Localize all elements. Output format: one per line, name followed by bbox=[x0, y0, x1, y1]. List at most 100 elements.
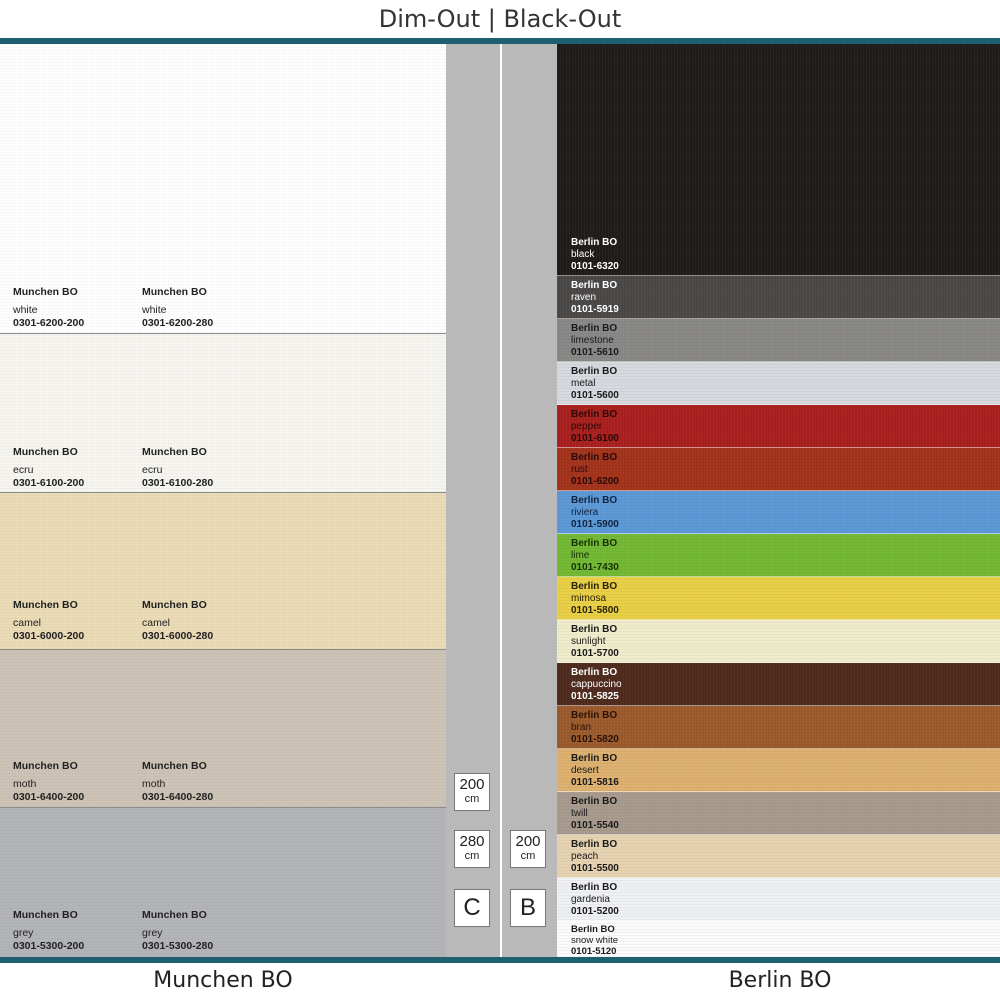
fabric-color-name: limestone bbox=[571, 335, 614, 346]
fabric-code: 0101-5120 bbox=[571, 946, 617, 957]
swatch-label: Berlin BO mimosa 0101-5800 bbox=[571, 581, 619, 617]
band-divider bbox=[500, 44, 502, 957]
fabric-color-name: raven bbox=[571, 292, 597, 303]
berlin-bo-swatch-column: Berlin BO black 0101-6320 Berlin BO rave… bbox=[557, 44, 1000, 957]
width-unit: cm bbox=[520, 850, 536, 862]
munchen-swatch: Munchen BO white 0301-6200-200 Munchen B… bbox=[0, 44, 446, 334]
fabric-color-name: cappuccino bbox=[571, 679, 622, 690]
fabric-color-name: mimosa bbox=[571, 593, 607, 604]
collection-letter: B bbox=[519, 894, 536, 921]
width-box-c-280: 280 cm bbox=[454, 830, 490, 868]
swatch-label: Berlin BO peach 0101-5500 bbox=[571, 839, 619, 875]
berlin-swatch: Berlin BO gardenia 0101-5200 bbox=[557, 878, 1000, 921]
berlin-swatch: Berlin BO cappuccino 0101-5825 bbox=[557, 663, 1000, 706]
swatch-label: Berlin BO rust 0101-6200 bbox=[571, 452, 619, 488]
fabric-name: Berlin BO bbox=[571, 924, 615, 935]
swatch-label-left: Munchen BO grey 0301-5300-200 bbox=[13, 909, 84, 953]
fabric-name: Munchen BO bbox=[13, 760, 78, 772]
berlin-swatch: Berlin BO sunlight 0101-5700 bbox=[557, 620, 1000, 663]
separator-band-c bbox=[446, 44, 502, 957]
fabric-code: 0101-5610 bbox=[571, 347, 619, 358]
fabric-color-name: moth bbox=[142, 778, 166, 790]
swatch-label: Berlin BO gardenia 0101-5200 bbox=[571, 882, 619, 918]
collection-letter: C bbox=[463, 894, 481, 921]
fabric-code: 0301-6200-280 bbox=[142, 317, 214, 329]
fabric-name: Munchen BO bbox=[13, 446, 78, 458]
berlin-bo-caption: Berlin BO bbox=[728, 968, 832, 993]
fabric-color-name: moth bbox=[13, 778, 37, 790]
width-value: 200 bbox=[459, 776, 485, 793]
fabric-code: 0301-6000-200 bbox=[13, 630, 85, 642]
fabric-color-name: sunlight bbox=[571, 636, 606, 647]
fabric-code: 0301-6400-280 bbox=[142, 791, 214, 803]
fabric-name: Berlin BO bbox=[571, 452, 618, 463]
fabric-color-name: black bbox=[571, 249, 595, 260]
fabric-code: 0101-6100 bbox=[571, 433, 619, 444]
berlin-swatch: Berlin BO raven 0101-5919 bbox=[557, 276, 1000, 319]
berlin-swatch: Berlin BO lime 0101-7430 bbox=[557, 534, 1000, 577]
fabric-name: Munchen BO bbox=[142, 599, 207, 611]
swatch-label-right: Munchen BO camel 0301-6000-280 bbox=[142, 599, 213, 643]
berlin-swatch: Berlin BO snow white 0101-5120 bbox=[557, 921, 1000, 957]
swatch-label: Berlin BO limestone 0101-5610 bbox=[571, 323, 619, 359]
width-box-b-200: 200 cm bbox=[510, 830, 546, 868]
fabric-color-name: peach bbox=[571, 851, 599, 862]
fabric-name: Berlin BO bbox=[571, 839, 618, 850]
swatch-label: Berlin BO sunlight 0101-5700 bbox=[571, 624, 619, 660]
fabric-name: Berlin BO bbox=[571, 495, 618, 506]
fabric-code: 0301-6200-200 bbox=[13, 317, 85, 329]
fabric-code: 0301-6400-200 bbox=[13, 791, 85, 803]
berlin-swatch: Berlin BO mimosa 0101-5800 bbox=[557, 577, 1000, 620]
fabric-color-name: grey bbox=[13, 927, 34, 939]
fabric-name: Berlin BO bbox=[571, 409, 618, 420]
fabric-color-name: camel bbox=[142, 617, 171, 629]
fabric-color-name: bran bbox=[571, 722, 592, 733]
width-value: 280 bbox=[459, 833, 485, 850]
fabric-code: 0101-5600 bbox=[571, 390, 619, 401]
fabric-name: Munchen BO bbox=[142, 286, 207, 298]
fabric-color-name: grey bbox=[142, 927, 163, 939]
berlin-swatch: Berlin BO riviera 0101-5900 bbox=[557, 491, 1000, 534]
fabric-name: Munchen BO bbox=[142, 909, 207, 921]
fabric-name: Berlin BO bbox=[571, 323, 618, 334]
swatch-label-left: Munchen BO camel 0301-6000-200 bbox=[13, 599, 84, 643]
width-value: 200 bbox=[515, 833, 541, 850]
berlin-swatch: Berlin BO bran 0101-5820 bbox=[557, 706, 1000, 749]
fabric-color-name: ecru bbox=[142, 464, 163, 476]
swatch-label: Berlin BO snow white 0101-5120 bbox=[571, 924, 618, 957]
bottom-divider bbox=[0, 957, 1000, 963]
berlin-swatch: Berlin BO metal 0101-5600 bbox=[557, 362, 1000, 405]
swatch-label: Berlin BO raven 0101-5919 bbox=[571, 280, 619, 316]
swatch-label-right: Munchen BO white 0301-6200-280 bbox=[142, 286, 213, 330]
munchen-swatch: Munchen BO moth 0301-6400-200 Munchen BO… bbox=[0, 650, 446, 808]
fabric-code: 0101-5820 bbox=[571, 734, 619, 745]
swatch-label: Berlin BO cappuccino 0101-5825 bbox=[571, 667, 622, 703]
fabric-name: Munchen BO bbox=[13, 909, 78, 921]
fabric-code: 0101-7430 bbox=[571, 562, 619, 573]
fabric-color-name: gardenia bbox=[571, 894, 610, 905]
fabric-color-name: ecru bbox=[13, 464, 34, 476]
fabric-code: 0101-5540 bbox=[571, 820, 619, 831]
swatch-label-left: Munchen BO moth 0301-6400-200 bbox=[13, 760, 84, 804]
berlin-swatch: Berlin BO desert 0101-5816 bbox=[557, 749, 1000, 792]
munchen-swatch: Munchen BO ecru 0301-6100-200 Munchen BO… bbox=[0, 334, 446, 493]
width-box-c-200: 200 cm bbox=[454, 773, 490, 811]
swatch-label: Berlin BO twill 0101-5540 bbox=[571, 796, 619, 832]
fabric-color-name: white bbox=[142, 304, 167, 316]
fabric-name: Berlin BO bbox=[571, 624, 618, 635]
swatch-label: Berlin BO desert 0101-5816 bbox=[571, 753, 619, 789]
swatch-label: Berlin BO riviera 0101-5900 bbox=[571, 495, 619, 531]
fabric-name: Berlin BO bbox=[571, 538, 618, 549]
fabric-color-name: white bbox=[13, 304, 38, 316]
fabric-code: 0301-6100-200 bbox=[13, 477, 85, 489]
munchen-swatch: Munchen BO grey 0301-5300-200 Munchen BO… bbox=[0, 808, 446, 957]
fabric-code: 0101-5900 bbox=[571, 519, 619, 530]
fabric-name: Berlin BO bbox=[571, 882, 618, 893]
fabric-color-name: desert bbox=[571, 765, 599, 776]
fabric-name: Berlin BO bbox=[571, 581, 618, 592]
berlin-swatch: Berlin BO black 0101-6320 bbox=[557, 44, 1000, 276]
fabric-color-name: twill bbox=[571, 808, 588, 819]
berlin-swatch: Berlin BO limestone 0101-5610 bbox=[557, 319, 1000, 362]
fabric-code: 0301-6100-280 bbox=[142, 477, 214, 489]
fabric-name: Berlin BO bbox=[571, 366, 618, 377]
